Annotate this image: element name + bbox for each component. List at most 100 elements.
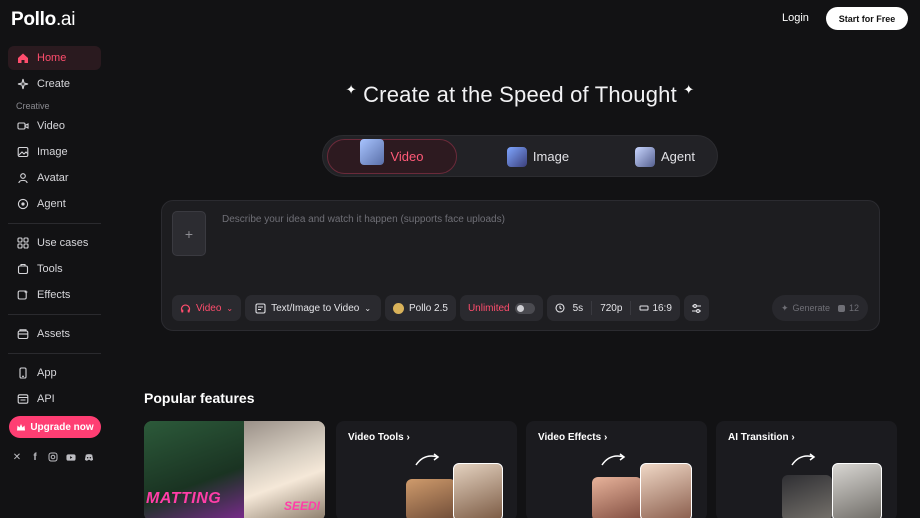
home-icon xyxy=(18,53,28,63)
agent-icon xyxy=(17,198,29,210)
settings-chip[interactable]: 5s 720p 16:9 xyxy=(546,295,680,321)
video-icon xyxy=(17,122,29,130)
type-label: Video xyxy=(196,302,222,314)
x-icon[interactable]: ✕ xyxy=(12,452,22,463)
feature-card-matting[interactable]: MATTING SEEDI xyxy=(144,421,325,518)
sparkle-icon xyxy=(17,78,29,90)
sidebar-item-label: Avatar xyxy=(37,172,69,184)
sidebar-item-tools[interactable]: Tools xyxy=(8,257,101,281)
clapperboard-icon xyxy=(360,138,385,165)
sidebar-item-label: Create xyxy=(37,78,71,90)
tab-video[interactable]: Video xyxy=(327,138,457,174)
tools-icon xyxy=(17,263,29,275)
login-link[interactable]: Login xyxy=(782,12,809,24)
sidebar-item-assets[interactable]: Assets xyxy=(8,322,101,346)
tab-label: Agent xyxy=(661,149,695,164)
feature-card-video-effects[interactable]: Video Effects › xyxy=(526,421,707,518)
tab-label: Video xyxy=(390,149,424,164)
sidebar-item-label: Video xyxy=(37,120,65,132)
ratio-label: 16:9 xyxy=(652,302,672,314)
advanced-settings-button[interactable] xyxy=(683,295,709,321)
sidebar-item-app[interactable]: App xyxy=(8,361,101,385)
sidebar-item-label: Effects xyxy=(37,289,71,301)
card-image xyxy=(592,477,642,518)
resolution-label: 720p xyxy=(600,302,623,314)
youtube-icon[interactable] xyxy=(66,452,76,462)
text-image-icon xyxy=(255,302,266,314)
generate-label: Generate xyxy=(792,303,831,313)
sparkle-icon: ✦ xyxy=(780,302,789,313)
chevron-down-icon: ⌄ xyxy=(364,303,372,313)
tab-label: Image xyxy=(532,149,570,164)
unlimited-toggle[interactable]: Unlimited xyxy=(459,295,543,321)
logo-main: Pollo xyxy=(11,9,56,30)
prompt-toolbar: Video ⌄ Text/Image to Video ⌄ Pollo 2.5 … xyxy=(172,295,709,321)
mode-tabs: Video Image Agent xyxy=(322,135,718,177)
card-image xyxy=(832,463,882,518)
crown-icon xyxy=(17,423,26,430)
upgrade-button[interactable]: Upgrade now xyxy=(9,416,101,438)
tab-image[interactable]: Image xyxy=(488,139,588,174)
credit-count: 12 xyxy=(849,303,860,313)
prompt-box: + Describe your idea and watch it happen… xyxy=(161,200,880,331)
card-title: Video Tools › xyxy=(348,432,410,443)
clock-icon xyxy=(555,303,565,313)
sliders-icon xyxy=(691,303,701,313)
card-image xyxy=(453,463,503,518)
sidebar-item-label: Tools xyxy=(37,263,63,275)
sidebar-item-api[interactable]: API xyxy=(8,387,101,411)
sidebar-item-label: App xyxy=(37,367,57,379)
unlimited-label: Unlimited xyxy=(467,302,510,314)
sidebar-item-use-cases[interactable]: Use cases xyxy=(8,231,101,255)
logo[interactable]: Pollo.ai xyxy=(11,9,75,31)
sidebar-item-video[interactable]: Video xyxy=(8,114,101,138)
model-select[interactable]: Pollo 2.5 xyxy=(385,295,456,321)
social-links: ✕ f xyxy=(12,452,94,463)
sidebar-item-effects[interactable]: Effects xyxy=(8,283,101,307)
sparkle-icon: ✦ xyxy=(683,82,695,97)
curved-arrow-icon xyxy=(791,453,816,466)
sidebar-item-avatar[interactable]: Avatar xyxy=(8,166,101,190)
feature-card-ai-transition[interactable]: AI Transition › xyxy=(716,421,897,518)
instagram-icon[interactable] xyxy=(48,452,58,462)
effects-icon xyxy=(17,290,28,300)
grid-icon xyxy=(17,237,29,249)
sidebar-item-image[interactable]: Image xyxy=(8,140,101,164)
curved-arrow-icon xyxy=(415,453,440,466)
sidebar-item-home[interactable]: Home xyxy=(8,46,101,70)
discord-icon[interactable] xyxy=(84,452,94,462)
chip-separator xyxy=(591,301,593,315)
assets-icon xyxy=(17,329,29,340)
sidebar-nav: Home Create Creative Video Image Avatar … xyxy=(8,46,101,413)
credit-icon xyxy=(838,304,846,312)
mode-select[interactable]: Text/Image to Video ⌄ xyxy=(245,295,382,321)
start-for-free-button[interactable]: Start for Free xyxy=(826,7,908,30)
sidebar-divider xyxy=(8,223,101,224)
hero-title: ✦ Create at the Speed of Thought ✦ xyxy=(320,82,720,108)
upload-button[interactable]: + xyxy=(172,211,206,256)
model-label: Pollo 2.5 xyxy=(409,302,448,314)
upgrade-label: Upgrade now xyxy=(30,421,94,433)
sidebar-item-agent[interactable]: Agent xyxy=(8,192,101,216)
card-label: SEEDI xyxy=(284,499,321,513)
toggle-switch[interactable] xyxy=(514,302,535,314)
feature-card-video-tools[interactable]: Video Tools › xyxy=(336,421,517,518)
chip-separator xyxy=(630,301,632,315)
section-title: Popular features xyxy=(144,390,255,406)
sidebar-item-create[interactable]: Create xyxy=(8,72,101,96)
card-title: AI Transition › xyxy=(728,432,795,443)
sidebar-section-creative: Creative xyxy=(16,101,50,111)
agent-icon xyxy=(635,146,655,167)
tab-agent[interactable]: Agent xyxy=(615,139,715,174)
generate-button[interactable]: ✦ Generate 12 xyxy=(772,295,868,321)
duration-label: 5s xyxy=(572,302,584,314)
facebook-icon[interactable]: f xyxy=(30,452,40,463)
type-select[interactable]: Video ⌄ xyxy=(172,295,242,321)
prompt-input[interactable]: Describe your idea and watch it happen (… xyxy=(222,214,505,225)
card-image xyxy=(782,475,832,518)
sidebar-divider xyxy=(8,314,101,315)
image-icon xyxy=(17,146,29,158)
sidebar: Pollo.ai Home Create Creative Video Imag… xyxy=(0,0,110,518)
phone-icon xyxy=(19,367,27,379)
sidebar-item-label: Use cases xyxy=(37,237,89,249)
